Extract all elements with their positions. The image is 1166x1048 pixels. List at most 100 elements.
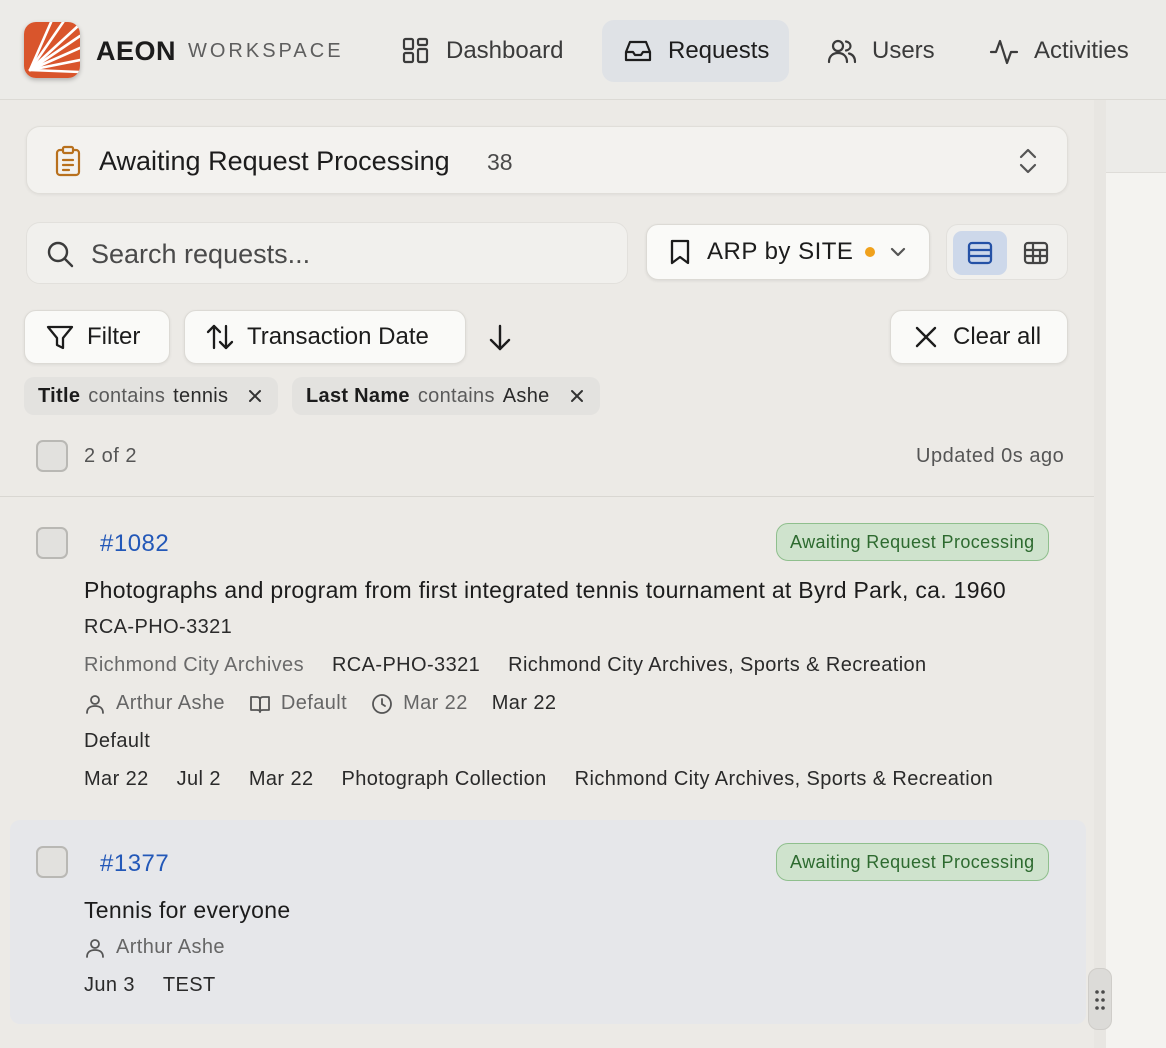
search-box — [26, 222, 628, 284]
filter-chip-last-name: Last Name contains Ashe — [292, 377, 600, 415]
unsaved-indicator-dot — [865, 247, 876, 257]
view-mode-toggle — [946, 224, 1068, 280]
users-icon — [827, 39, 857, 64]
bookmark-icon — [670, 239, 690, 265]
date-meta: Mar 22 — [371, 692, 468, 715]
repository: Richmond City Archives — [84, 654, 304, 676]
user-meta: Arthur Ashe — [84, 692, 225, 715]
top-nav-bar: AEON WORKSPACE Dashboard Requests Users — [0, 0, 1166, 100]
nav-requests-label: Requests — [668, 37, 770, 64]
result-count: 2 of 2 — [84, 445, 138, 467]
table-view-icon — [1023, 241, 1049, 265]
row-checkbox[interactable] — [36, 846, 68, 878]
row-checkbox[interactable] — [36, 527, 68, 559]
book-icon — [250, 695, 270, 713]
call-number: RCA-PHO-3321 — [84, 616, 233, 638]
saved-view-label: ARP by SITE — [707, 238, 854, 265]
clock-icon — [372, 693, 392, 714]
user-meta: Arthur Ashe — [84, 936, 225, 959]
clipboard-icon — [55, 145, 81, 177]
request-row[interactable]: #1377 Awaiting Request Processing Tennis… — [10, 820, 1086, 1024]
request-date: Jun 3 — [84, 974, 135, 996]
filter-button-label: Filter — [87, 323, 141, 350]
remove-filter-icon[interactable] — [246, 387, 264, 405]
chip-field: Title — [38, 384, 81, 407]
request-date-2: Mar 22 — [491, 692, 557, 714]
request-created: Mar 22 — [403, 692, 468, 714]
dashboard-icon — [402, 37, 429, 64]
last-updated: Updated 0s ago — [916, 445, 1065, 467]
sort-arrows-icon — [206, 324, 234, 350]
format: Photograph Collection — [341, 768, 547, 790]
request-user: Arthur Ashe — [116, 936, 225, 958]
chip-operator: contains — [88, 384, 166, 407]
user-icon — [86, 694, 104, 714]
table-view-button[interactable] — [1009, 231, 1063, 275]
detail-panel — [1106, 172, 1166, 1048]
request-user: Arthur Ashe — [116, 692, 225, 714]
chevron-down-icon — [891, 247, 906, 257]
inbox-icon — [624, 40, 652, 62]
chip-operator: contains — [417, 384, 495, 407]
request-note: TEST — [162, 974, 216, 996]
saved-view-dropdown[interactable]: ARP by SITE — [646, 224, 930, 280]
close-icon — [915, 326, 937, 348]
call-number-2: RCA-PHO-3321 — [331, 654, 481, 676]
request-details-line: Jun 3 TEST — [84, 974, 216, 997]
select-all-checkbox[interactable] — [36, 440, 68, 472]
nav-activities-label: Activities — [1034, 37, 1129, 64]
nav-users-label: Users — [872, 37, 935, 64]
queue-selector[interactable]: Awaiting Request Processing 38 — [26, 126, 1068, 194]
request-details-line: Mar 22 Jul 2 Mar 22 Photograph Collectio… — [84, 768, 993, 791]
request-id-link[interactable]: #1082 — [100, 530, 169, 558]
brand-name: AEON — [96, 36, 177, 66]
location: Richmond City Archives, Sports & Recreat… — [508, 654, 927, 676]
request-queue: Default — [280, 692, 348, 714]
clear-all-button[interactable]: Clear all — [890, 310, 1068, 364]
chip-value: Ashe — [502, 384, 550, 407]
arrow-down-icon[interactable] — [484, 322, 516, 354]
activity-icon — [989, 39, 1019, 65]
search-icon — [47, 241, 74, 268]
location-2: Richmond City Archives, Sports & Recreat… — [574, 768, 994, 790]
nav-users[interactable]: Users — [806, 20, 955, 82]
search-input[interactable] — [91, 233, 611, 275]
queue-count: 38 — [487, 149, 513, 175]
date-field-1: Mar 22 — [84, 768, 149, 790]
chevron-up-down-icon — [1019, 148, 1037, 174]
date-field-2: Jul 2 — [176, 768, 221, 790]
chip-field: Last Name — [306, 384, 410, 407]
aeon-logo[interactable] — [24, 22, 80, 78]
request-meta-row: Arthur Ashe Default Mar 22 Mar 22 — [84, 692, 556, 715]
pane-resize-handle[interactable] — [1088, 968, 1112, 1030]
list-view-button[interactable] — [953, 231, 1007, 275]
aeon-logo-icon — [24, 22, 80, 78]
user-icon — [86, 938, 104, 958]
filter-icon — [46, 325, 74, 350]
request-type: Default — [84, 730, 151, 752]
nav-requests[interactable]: Requests — [602, 20, 790, 82]
status-badge: Awaiting Request Processing — [776, 523, 1049, 561]
request-row[interactable]: #1082 Awaiting Request Processing Photog… — [0, 497, 1094, 815]
filter-chip-title: Title contains tennis — [24, 377, 279, 415]
sort-field-button[interactable]: Transaction Date — [184, 310, 466, 364]
remove-filter-icon[interactable] — [568, 387, 586, 405]
repository-line: Richmond City Archives RCA-PHO-3321 Rich… — [84, 654, 927, 677]
nav-activities[interactable]: Activities — [968, 20, 1149, 82]
status-badge: Awaiting Request Processing — [776, 843, 1049, 881]
list-scroll-gutter — [1094, 100, 1106, 1048]
chip-value: tennis — [173, 384, 229, 407]
request-title: Tennis for everyone — [84, 897, 291, 923]
queue-title: Awaiting Request Processing — [99, 146, 450, 176]
brand-subtitle: WORKSPACE — [188, 40, 344, 62]
date-field-3: Mar 22 — [248, 768, 314, 790]
request-title: Photographs and program from first integ… — [84, 577, 1007, 603]
request-meta-row: Arthur Ashe — [84, 936, 249, 959]
sort-field-label: Transaction Date — [247, 323, 429, 350]
request-id-link[interactable]: #1377 — [100, 850, 169, 878]
clear-all-label: Clear all — [953, 323, 1042, 350]
detail-pane — [1106, 100, 1166, 1048]
drag-handle-icon — [1095, 990, 1105, 1010]
nav-dashboard[interactable]: Dashboard — [380, 20, 583, 82]
filter-button[interactable]: Filter — [24, 310, 170, 364]
